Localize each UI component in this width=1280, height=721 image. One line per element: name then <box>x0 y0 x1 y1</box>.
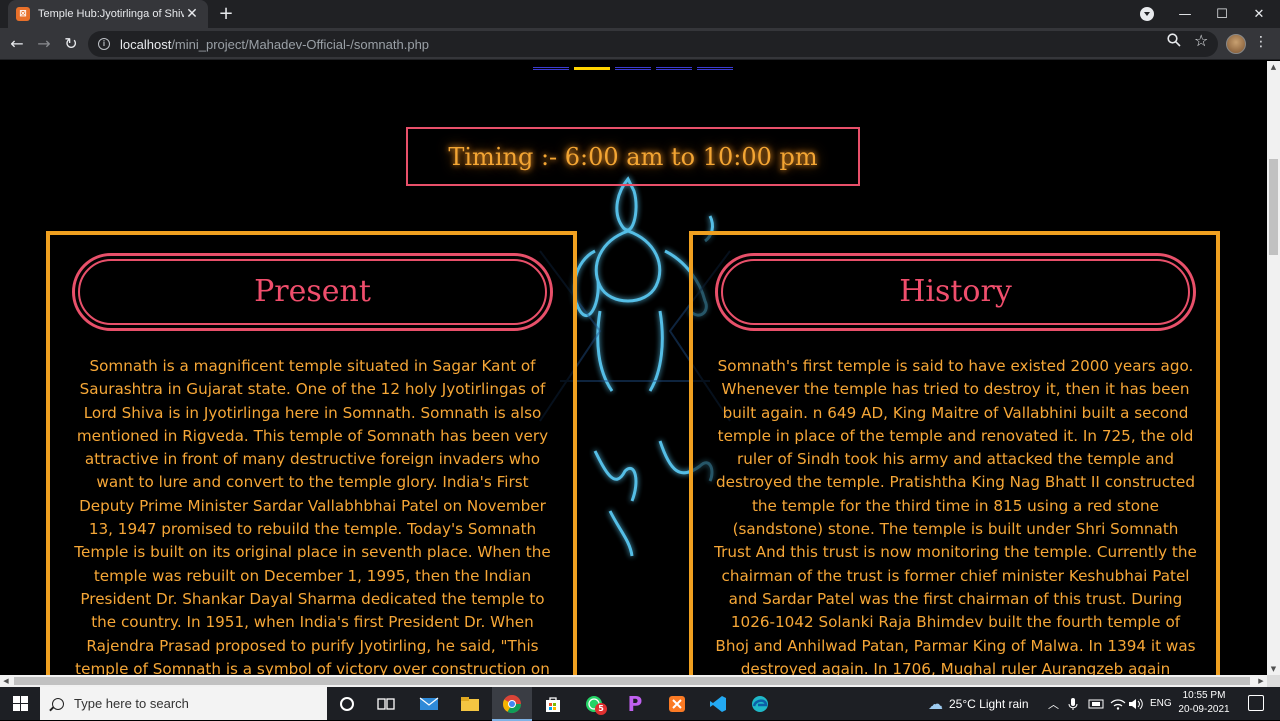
show-hidden-icons-icon[interactable]: ︿ <box>1048 687 1059 720</box>
address-bar[interactable]: i localhost/mini_project/Mahadev-Officia… <box>88 31 1218 57</box>
scroll-left-arrow-icon[interactable]: ◀ <box>0 675 12 687</box>
new-tab-button[interactable]: + <box>216 4 236 24</box>
network-adapter-icon[interactable] <box>1088 687 1104 720</box>
carousel-indicator[interactable] <box>615 67 651 70</box>
taskbar-search[interactable]: Type here to search <box>40 687 327 720</box>
history-heading: History <box>899 274 1012 309</box>
present-card: Present Somnath is a magnificent temple … <box>46 231 577 675</box>
windows-logo-icon <box>12 696 28 711</box>
zoom-search-icon[interactable] <box>1167 33 1181 51</box>
store-icon[interactable] <box>540 691 566 717</box>
carousel-indicator[interactable] <box>533 67 569 70</box>
scroll-up-arrow-icon[interactable]: ▲ <box>1267 61 1280 73</box>
clock-date: 20-09-2021 <box>1178 704 1230 715</box>
vertical-scrollbar[interactable]: ▲ ▼ <box>1267 61 1280 675</box>
cloud-rain-icon: ☁ <box>928 695 943 713</box>
url-path: /mini_project/Mahadev-Official-/somnath.… <box>171 36 430 52</box>
picsart-icon[interactable]: P <box>622 691 648 717</box>
vertical-scroll-thumb[interactable] <box>1269 159 1278 255</box>
search-icon <box>52 697 64 710</box>
mail-icon[interactable] <box>416 691 442 717</box>
volume-icon[interactable] <box>1128 687 1144 720</box>
carousel-indicator[interactable] <box>574 67 610 70</box>
horizontal-scrollbar[interactable]: ◀ ▶ <box>0 675 1267 687</box>
xampp-taskbar-icon[interactable] <box>664 691 690 717</box>
horizontal-scroll-thumb[interactable] <box>14 677 1250 685</box>
vscode-icon[interactable] <box>705 691 731 717</box>
browser-menu-icon[interactable]: ⋮ <box>1254 34 1268 50</box>
wifi-icon[interactable] <box>1110 687 1126 720</box>
bookmark-star-icon[interactable]: ☆ <box>1194 31 1208 50</box>
present-heading: Present <box>254 274 371 309</box>
taskbar-search-placeholder: Type here to search <box>74 696 189 711</box>
timing-text: Timing :- 6:00 am to 10:00 pm <box>448 142 818 171</box>
page-viewport: Timing :- 6:00 am to 10:00 pm Present So… <box>0 61 1267 675</box>
timing-box: Timing :- 6:00 am to 10:00 pm <box>406 127 860 186</box>
taskbar-clock[interactable]: 10:55 PM 20-09-2021 <box>1170 689 1238 717</box>
edge-icon[interactable] <box>747 691 773 717</box>
history-heading-pill: History <box>715 253 1196 331</box>
clock-time: 10:55 PM <box>1182 690 1226 701</box>
reload-button[interactable]: ↻ <box>60 34 82 54</box>
start-button[interactable] <box>0 687 40 720</box>
task-view-icon[interactable] <box>373 691 399 717</box>
tab-title: Temple Hub:Jyotirlinga of Shiva <box>38 8 184 20</box>
whatsapp-badge: 5 <box>595 703 607 715</box>
present-text: Somnath is a magnificent temple situated… <box>74 357 551 675</box>
whatsapp-icon[interactable]: 5 <box>581 691 607 717</box>
history-card: History Somnath's first temple is said t… <box>689 231 1220 675</box>
browser-tab[interactable]: ⊠ Temple Hub:Jyotirlinga of Shiva ✕ <box>8 0 208 28</box>
url-host: localhost <box>120 36 172 52</box>
close-tab-icon[interactable]: ✕ <box>184 6 200 22</box>
microphone-icon[interactable] <box>1068 687 1078 720</box>
site-info-icon[interactable]: i <box>98 38 110 50</box>
language-indicator[interactable]: ENG <box>1150 687 1172 720</box>
close-window-button[interactable]: ✕ <box>1240 0 1278 28</box>
history-text: Somnath's first temple is said to have e… <box>714 357 1197 675</box>
windows-taskbar: Type here to search 5 P ☁ 25°C Light rai… <box>0 687 1280 721</box>
carousel-indicator[interactable] <box>656 67 692 70</box>
weather-widget[interactable]: ☁ 25°C Light rain <box>928 687 1029 720</box>
scroll-down-arrow-icon[interactable]: ▼ <box>1267 663 1280 675</box>
profile-avatar[interactable] <box>1226 34 1246 54</box>
scrollbar-corner <box>1267 675 1280 687</box>
forward-button[interactable]: → <box>33 34 55 54</box>
xampp-icon: ⊠ <box>16 7 30 21</box>
browser-tabstrip: ⊠ Temple Hub:Jyotirlinga of Shiva ✕ + — … <box>0 0 1280 28</box>
back-button[interactable]: ← <box>6 34 28 54</box>
weather-text: 25°C Light rain <box>949 696 1029 711</box>
tab-search-icon[interactable] <box>1140 7 1154 21</box>
present-heading-pill: Present <box>72 253 553 331</box>
notifications-icon[interactable] <box>1248 695 1264 711</box>
scroll-right-arrow-icon[interactable]: ▶ <box>1255 675 1267 687</box>
carousel-indicator[interactable] <box>697 67 733 70</box>
minimize-button[interactable]: — <box>1166 0 1204 28</box>
browser-toolbar: ← → ↻ i localhost/mini_project/Mahadev-O… <box>0 28 1280 60</box>
cortana-icon[interactable] <box>334 691 360 717</box>
maximize-button[interactable]: ☐ <box>1203 0 1241 28</box>
chrome-icon[interactable] <box>492 691 532 721</box>
file-explorer-icon[interactable] <box>457 691 483 717</box>
